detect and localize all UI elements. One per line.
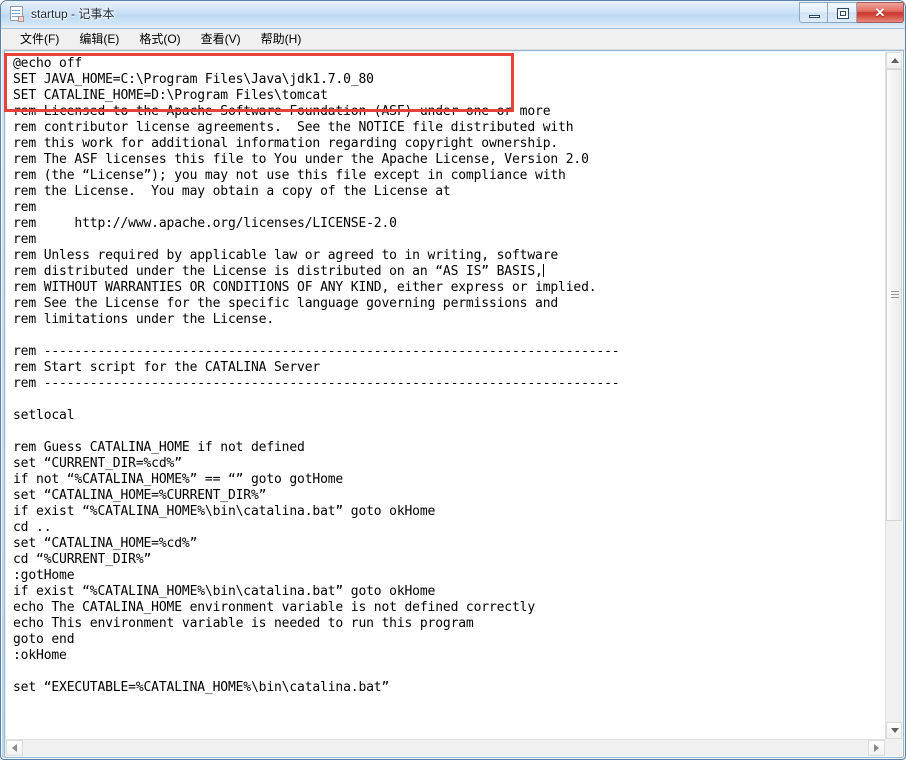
editor-body-before-caret: rem Licensed to the Apache Software Foun… (13, 104, 589, 279)
chevron-right-icon (874, 744, 879, 752)
chevron-down-icon (891, 728, 899, 733)
editor-highlighted-text: @echo off SET JAVA_HOME=C:\Program Files… (13, 56, 374, 103)
menu-item-view[interactable]: 查看(V) (192, 28, 250, 50)
chevron-up-icon (891, 58, 899, 63)
menu-item-help[interactable]: 帮助(H) (252, 28, 311, 50)
scroll-down-button[interactable] (886, 722, 902, 739)
title-bar[interactable]: startup - 记事本 ✕ (1, 1, 905, 29)
maximize-button[interactable] (828, 2, 857, 23)
close-icon: ✕ (874, 5, 886, 20)
caption-buttons: ✕ (799, 2, 904, 24)
vertical-scrollbar-thumb[interactable] (886, 69, 902, 521)
notepad-window: startup - 记事本 ✕ 文件(F) 编辑(E) 格式(O) 查看(V) … (0, 0, 906, 760)
minimize-button[interactable] (799, 2, 828, 23)
menu-item-format[interactable]: 格式(O) (130, 28, 189, 50)
notepad-icon (9, 6, 25, 23)
window-title: startup - 记事本 (31, 7, 115, 21)
text-caret (542, 264, 544, 277)
maximize-icon (837, 8, 849, 19)
horizontal-scrollbar[interactable] (6, 739, 885, 756)
menu-item-file[interactable]: 文件(F) (11, 28, 68, 50)
scrollbar-corner (885, 739, 902, 756)
scroll-up-button[interactable] (886, 52, 902, 69)
minimize-icon (809, 15, 820, 18)
editor-body-after-caret: rem WITHOUT WARRANTIES OR CONDITIONS OF … (13, 280, 620, 695)
menu-item-edit[interactable]: 编辑(E) (70, 28, 128, 50)
vertical-scrollbar[interactable] (885, 52, 902, 739)
editor-frame: @echo off SET JAVA_HOME=C:\Program Files… (4, 50, 904, 758)
editor-content: @echo off SET JAVA_HOME=C:\Program Files… (13, 56, 620, 696)
chevron-left-icon (12, 744, 17, 752)
close-button[interactable]: ✕ (857, 2, 904, 23)
menu-bar: 文件(F) 编辑(E) 格式(O) 查看(V) 帮助(H) (2, 28, 905, 50)
text-editor[interactable]: @echo off SET JAVA_HOME=C:\Program Files… (6, 52, 885, 739)
scroll-left-button[interactable] (6, 740, 23, 756)
scrollbar-grip-icon (891, 291, 899, 299)
scroll-right-button[interactable] (868, 740, 885, 756)
